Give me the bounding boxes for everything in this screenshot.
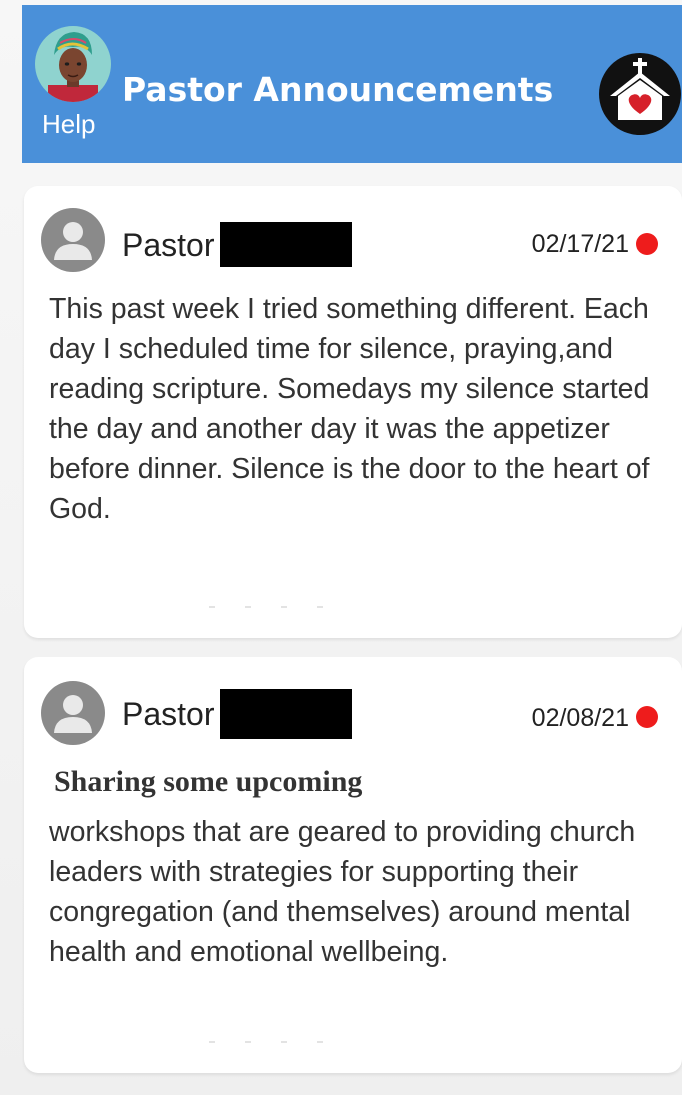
- woman-avatar-icon: [35, 26, 111, 102]
- post-date: 02/17/21: [531, 230, 629, 258]
- default-user-icon: [41, 208, 105, 272]
- author-title: Pastor: [122, 226, 215, 263]
- post-date: 02/08/21: [531, 704, 629, 732]
- announcement-heading: Sharing some upcoming: [54, 765, 363, 798]
- app-header: Help Pastor Announcements: [22, 5, 682, 163]
- redacted-name: [220, 689, 353, 739]
- page-title: Pastor Announcements: [122, 70, 554, 109]
- unread-indicator: [636, 706, 658, 728]
- announcements-screen: Help Pastor Announcements Pastor 02/17/2…: [0, 0, 682, 1095]
- author-name: Pastor: [122, 222, 353, 267]
- help-button[interactable]: Help: [31, 23, 113, 147]
- divider: [209, 1041, 329, 1043]
- announcement-card[interactable]: Pastor 02/08/21 Sharing some upcoming wo…: [24, 657, 682, 1073]
- announcement-card[interactable]: Pastor 02/17/21 This past week I tried s…: [24, 186, 682, 638]
- unread-indicator: [636, 233, 658, 255]
- redacted-name: [220, 222, 353, 267]
- announcement-body: workshops that are geared to providing c…: [49, 816, 636, 968]
- announcement-body: This past week I tried something differe…: [49, 293, 650, 525]
- default-user-icon: [41, 681, 105, 745]
- divider: [209, 606, 329, 608]
- author-name: Pastor: [122, 689, 353, 739]
- help-label: Help: [42, 109, 96, 139]
- author-title: Pastor: [122, 696, 215, 732]
- church-heart-icon[interactable]: [598, 52, 682, 136]
